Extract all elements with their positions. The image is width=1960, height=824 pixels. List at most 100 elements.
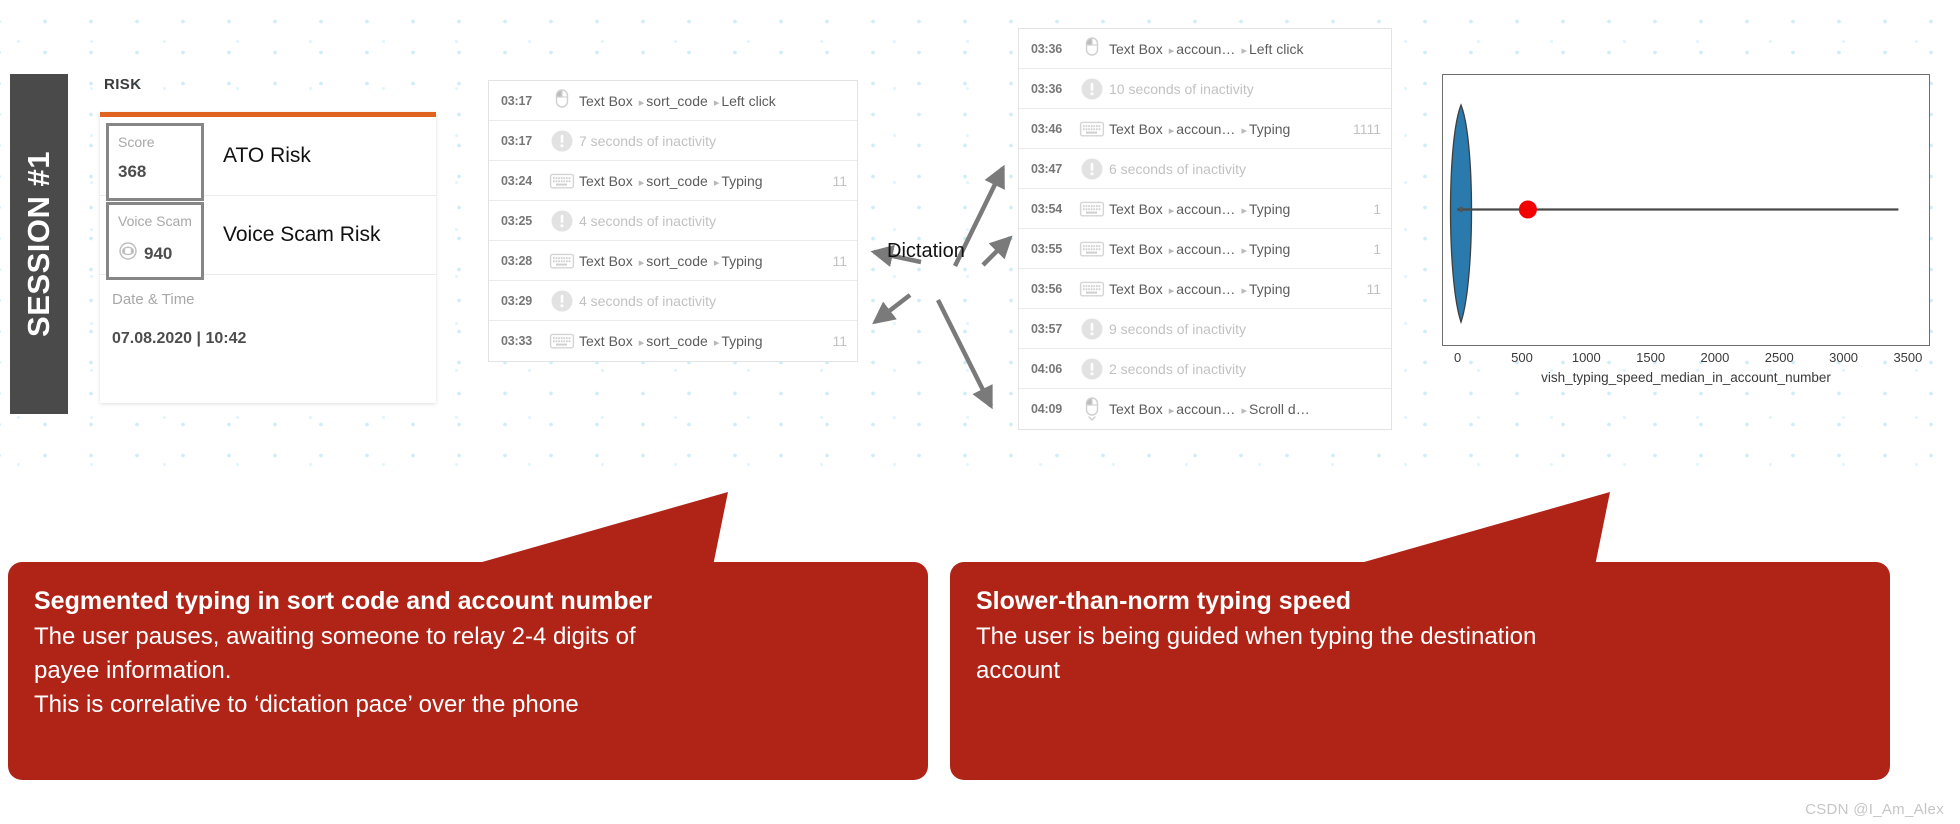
keyboard-icon — [1079, 199, 1105, 219]
violin-plot: 0 500 1000 1500 2000 2500 3000 3500 vish_typing… — [1418, 70, 1934, 385]
event-row[interactable]: 03:36 Text Box ▸ accoun… ▸ Left click — [1019, 29, 1391, 69]
violin-svg — [1449, 103, 1899, 325]
event-description: 4 seconds of inactivity — [579, 292, 716, 309]
date-time-label: Date & Time — [112, 291, 195, 308]
inactivity-icon — [550, 289, 574, 313]
event-icon-slot — [1075, 396, 1109, 422]
callout-right-line-1: The user is being guided when typing the… — [976, 623, 1537, 650]
event-time: 03:36 — [1031, 81, 1062, 96]
x-tick-label: 2000 — [1700, 350, 1730, 365]
inactivity-icon — [550, 209, 574, 233]
session-tab: SESSION #1 — [10, 74, 68, 414]
event-list-account-number[interactable]: 03:36 Text Box ▸ accoun… ▸ Left click 03:36 1… — [1018, 28, 1392, 430]
violin-median-marker — [1459, 206, 1463, 213]
callout-right-line-2: account — [976, 657, 1061, 684]
event-icon-slot — [545, 331, 579, 351]
event-icon-slot — [1075, 157, 1109, 181]
event-value: 11 — [832, 172, 847, 189]
event-row[interactable]: 04:09 Text Box ▸ accoun… ▸ Scroll d… — [1019, 389, 1391, 429]
event-description: Text Box ▸ accoun… ▸ Typing — [1109, 200, 1291, 217]
violin-body — [1449, 103, 1473, 325]
event-icon-slot — [545, 289, 579, 313]
event-icon-slot — [1075, 357, 1109, 381]
metric-box-voice-scam: Voice Scam 940 — [106, 202, 204, 280]
callout-left-pointer — [468, 492, 728, 566]
risk-heading: RISK — [104, 76, 142, 93]
event-description: Text Box ▸ accoun… ▸ Typing — [1109, 280, 1291, 297]
event-row[interactable]: 03:29 4 seconds of inactivity — [489, 281, 857, 321]
x-axis-ticks: 0 500 1000 1500 2000 2500 3000 3500 — [1442, 350, 1930, 370]
callout-left-line-3: This is correlative to ‘dictation pace’ … — [34, 691, 579, 718]
event-value: 1 — [1373, 200, 1381, 217]
event-time: 03:36 — [1031, 41, 1062, 56]
event-icon-slot — [545, 171, 579, 191]
event-row[interactable]: 03:25 4 seconds of inactivity — [489, 201, 857, 241]
x-tick-label: 3500 — [1893, 350, 1923, 365]
event-icon-slot — [1075, 199, 1109, 219]
event-description: 9 seconds of inactivity — [1109, 320, 1246, 337]
event-icon-slot — [1075, 239, 1109, 259]
event-icon-slot — [1075, 77, 1109, 101]
event-row[interactable]: 03:54 Text Box ▸ accoun… ▸ Typing 1 — [1019, 189, 1391, 229]
event-description: Text Box ▸ accoun… ▸ Scroll d… — [1109, 401, 1310, 417]
event-time: 03:25 — [501, 213, 532, 228]
dictation-annotation: Dictation — [855, 110, 1065, 410]
voice-scam-icon — [118, 241, 138, 266]
event-description: 10 seconds of inactivity — [1109, 80, 1254, 97]
callout-left-line-2: payee information. — [34, 657, 232, 684]
event-time: 03:17 — [501, 133, 532, 148]
risk-caption-voice-scam: Voice Scam Risk — [223, 223, 381, 246]
risk-panel: Score 368 ATO Risk Voice Scam 940 Voice … — [100, 112, 436, 403]
event-value: 1111 — [1352, 120, 1381, 137]
metric-voice-scam-number: 940 — [144, 243, 173, 263]
metric-value-score: 368 — [118, 162, 201, 182]
watermark: CSDN @I_Am_Alex — [1805, 801, 1944, 818]
mouse-left-click-icon — [550, 88, 574, 114]
event-description: Text Box ▸ accoun… ▸ Typing — [1109, 120, 1291, 137]
metric-score-number: 368 — [118, 162, 147, 181]
event-row[interactable]: 03:47 6 seconds of inactivity — [1019, 149, 1391, 189]
event-value: 11 — [832, 252, 847, 269]
risk-row-voice-scam[interactable]: Voice Scam 940 Voice Scam Risk — [100, 196, 436, 280]
event-description: 7 seconds of inactivity — [579, 132, 716, 149]
inactivity-icon — [550, 129, 574, 153]
event-value: 11 — [832, 333, 847, 349]
keyboard-icon — [549, 331, 575, 351]
event-list-sort-code[interactable]: 03:17 Text Box ▸ sort_code ▸ Left click 03:1… — [488, 80, 858, 362]
event-icon-slot — [545, 251, 579, 271]
event-row[interactable]: 03:24 Text Box ▸ sort_code ▸ Typing 11 — [489, 161, 857, 201]
event-row[interactable]: 03:57 9 seconds of inactivity — [1019, 309, 1391, 349]
event-row[interactable]: 03:28 Text Box ▸ sort_code ▸ Typing 11 — [489, 241, 857, 281]
event-row[interactable]: 03:17 Text Box ▸ sort_code ▸ Left click — [489, 81, 857, 121]
event-description: Text Box ▸ accoun… ▸ Left click — [1109, 40, 1304, 57]
callout-right-title: Slower-than-norm typing speed — [976, 587, 1352, 615]
inactivity-icon — [1080, 357, 1104, 381]
event-time: 03:17 — [501, 93, 532, 108]
date-time-row: Date & Time 07.08.2020 | 10:42 — [100, 275, 436, 371]
event-row[interactable]: 03:17 7 seconds of inactivity — [489, 121, 857, 161]
event-description: 6 seconds of inactivity — [1109, 160, 1246, 177]
callout-right-pointer — [1350, 492, 1610, 566]
event-row[interactable]: 03:46 Text Box ▸ accoun… ▸ Typing 1111 — [1019, 109, 1391, 149]
event-row[interactable]: 04:06 2 seconds of inactivity — [1019, 349, 1391, 389]
event-value: 11 — [1366, 280, 1381, 297]
mouse-scroll-down-icon — [1080, 396, 1104, 422]
date-time-value: 07.08.2020 | 10:42 — [112, 330, 247, 347]
event-icon-slot — [545, 129, 579, 153]
callout-segmented-typing: Segmented typing in sort code and accoun… — [8, 492, 928, 780]
plot-area — [1442, 74, 1930, 346]
event-time: 03:33 — [501, 334, 532, 348]
event-description: Text Box ▸ sort_code ▸ Typing — [579, 333, 763, 349]
event-row[interactable]: 03:36 10 seconds of inactivity — [1019, 69, 1391, 109]
event-value: 1 — [1373, 240, 1381, 257]
event-row[interactable]: 03:33 Text Box ▸ sort_code ▸ Typing 11 — [489, 321, 857, 361]
risk-row-ato[interactable]: Score 368 ATO Risk — [100, 117, 436, 201]
callout-slow-typing: Slower-than-norm typing speed The user i… — [950, 492, 1890, 780]
metric-label-voice-scam: Voice Scam — [118, 213, 192, 229]
event-row[interactable]: 03:56 Text Box ▸ accoun… ▸ Typing 11 — [1019, 269, 1391, 309]
x-tick-label: 500 — [1511, 350, 1533, 365]
keyboard-icon — [1079, 279, 1105, 299]
x-tick-label: 3000 — [1829, 350, 1859, 365]
event-row[interactable]: 03:55 Text Box ▸ accoun… ▸ Typing 1 — [1019, 229, 1391, 269]
keyboard-icon — [549, 251, 575, 271]
